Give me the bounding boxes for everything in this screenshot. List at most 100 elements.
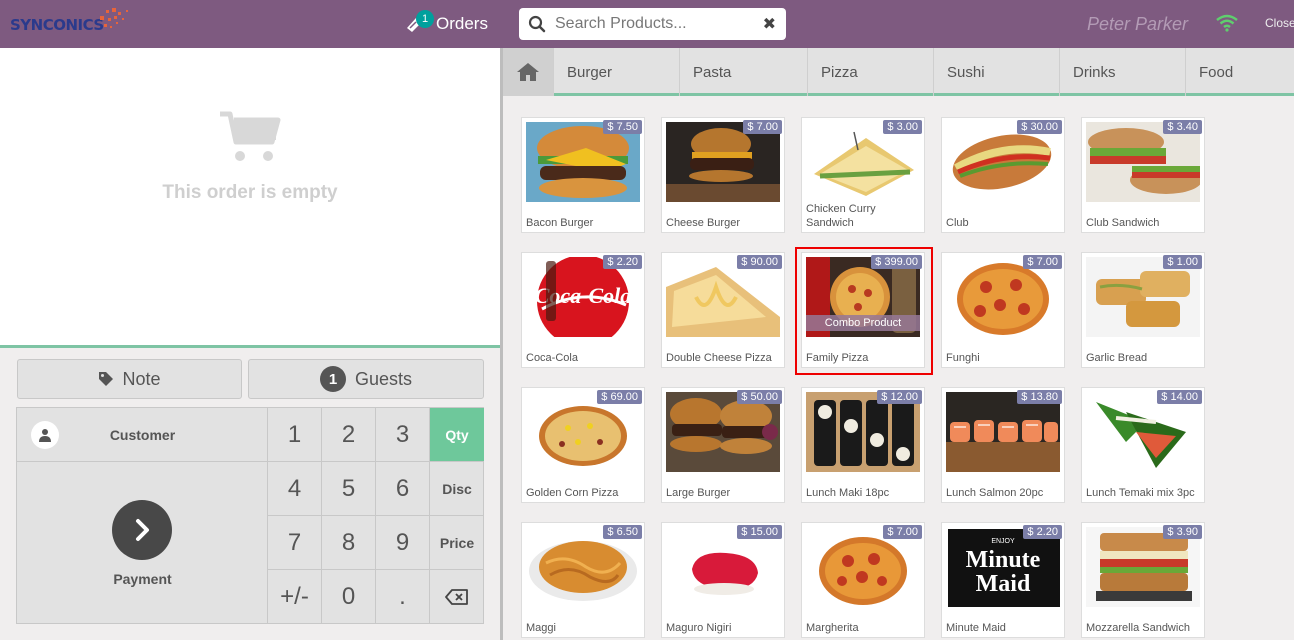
product-name: Club Sandwich [1086,217,1160,229]
search-input[interactable] [555,15,755,33]
minute-maid-logo: ENJOY Minute Maid [946,527,1060,607]
product-image [946,392,1060,472]
product-price: $ 69.00 [597,390,642,404]
backspace-button[interactable] [430,570,484,624]
product-card[interactable]: $ 7.00 Funghi [941,252,1065,368]
product-name: Mozzarella Sandwich [1086,622,1190,634]
product-price: $ 2.20 [1023,525,1062,539]
numpad-key-1[interactable]: 1 [268,408,322,462]
product-image: ENJOY Minute Maid [946,527,1060,607]
numpad-key-5[interactable]: 5 [322,462,376,516]
product-name: Golden Corn Pizza [526,487,619,499]
category-sushi[interactable]: Sushi [933,48,1059,96]
product-card[interactable]: ENJOY Minute Maid $ 2.20 Minute Maid [941,522,1065,638]
product-price: $ 3.00 [883,120,922,134]
product-name: Coca-Cola [526,352,578,364]
numpad-key-7[interactable]: 7 [268,516,322,570]
product-price: $ 1.00 [1163,255,1202,269]
category-food[interactable]: Food [1185,48,1294,96]
product-name: Lunch Temaki mix 3pc [1086,487,1195,499]
svg-text:Minute: Minute [966,547,1041,573]
product-image [806,392,920,472]
product-name: Large Burger [666,487,731,499]
product-card[interactable]: $ 6.50 Maggi [521,522,645,638]
product-name: Funghi [946,352,980,364]
numpad-key-0[interactable]: 0 [322,570,376,624]
product-card[interactable]: Coca-Cola $ 2.20 Coca-Cola [521,252,645,368]
empty-order-message: This order is empty [162,182,338,203]
product-card[interactable]: $ 7.00 Margherita [801,522,925,638]
product-price: $ 3.40 [1163,120,1202,134]
product-image [666,527,780,607]
product-card[interactable]: $ 7.00 Cheese Burger [661,117,785,233]
numpad-key-4[interactable]: 4 [268,462,322,516]
product-card[interactable]: $ 50.00 Large Burger [661,387,785,503]
clear-search-icon[interactable]: ✖ [763,14,776,34]
product-name: Double Cheese Pizza [666,352,772,364]
note-label: Note [122,368,161,389]
orders-button[interactable]: 1 Orders [404,10,488,38]
product-image [526,527,640,607]
close-button[interactable]: Close [1265,16,1294,30]
numpad-key-decimal[interactable]: . [376,570,430,624]
numpad-key-2[interactable]: 2 [322,408,376,462]
product-card[interactable]: $ 15.00 Maguro Nigiri [661,522,785,638]
product-price: $ 7.00 [743,120,782,134]
product-card[interactable]: $ 3.40 Club Sandwich [1081,117,1205,233]
payment-button[interactable]: Payment [17,462,268,624]
product-card[interactable]: $ 3.00 Chicken Curry Sandwich [801,117,925,233]
product-name: Minute Maid [946,622,1006,634]
chevron-right-icon [112,500,172,560]
note-button[interactable]: Note [17,359,242,399]
selection-highlight [795,247,933,375]
product-price: $ 12.00 [877,390,922,404]
category-burger[interactable]: Burger [553,48,679,96]
home-category-button[interactable] [503,48,553,96]
category-pizza[interactable]: Pizza [807,48,933,96]
product-image [526,122,640,202]
wifi-icon [1216,14,1238,32]
product-card[interactable]: $ 1.00 Garlic Bread [1081,252,1205,368]
numpad: Customer Payment 1 2 3 4 5 6 7 8 9 +/- 0… [16,407,484,624]
product-name: Chicken Curry Sandwich [806,203,876,229]
numpad-key-8[interactable]: 8 [322,516,376,570]
product-image [806,122,920,202]
numpad-key-3[interactable]: 3 [376,408,430,462]
product-name: Club [946,217,969,229]
category-drinks[interactable]: Drinks [1059,48,1185,96]
product-image [666,392,780,472]
product-price: $ 7.00 [1023,255,1062,269]
product-card[interactable]: $ 13.80 Lunch Salmon 20pc [941,387,1065,503]
product-image [526,392,640,472]
numpad-key-plus-minus[interactable]: +/- [268,570,322,624]
mode-disc-button[interactable]: Disc [430,462,484,516]
user-name[interactable]: Peter Parker [1087,14,1188,35]
product-image [1086,527,1200,607]
product-card[interactable]: $ 7.50 Bacon Burger [521,117,645,233]
brand-logo: SYNCONICS [10,8,140,38]
order-lines-area: This order is empty [0,48,500,348]
product-card[interactable]: $ 12.00 Lunch Maki 18pc [801,387,925,503]
svg-text:ENJOY: ENJOY [991,538,1015,545]
product-price: $ 3.90 [1163,525,1202,539]
product-name: Maggi [526,622,556,634]
tag-icon [98,371,114,387]
product-card[interactable]: $ 3.90 Mozzarella Sandwich [1081,522,1205,638]
customer-button[interactable]: Customer [17,408,268,462]
product-card[interactable]: $ 69.00 Golden Corn Pizza [521,387,645,503]
product-image: Coca-Cola [526,257,640,337]
product-card[interactable]: $ 30.00 Club [941,117,1065,233]
brand-logo-text: SYNCONICS [10,16,104,34]
numpad-key-9[interactable]: 9 [376,516,430,570]
product-price: $ 7.50 [603,120,642,134]
product-card[interactable]: $ 14.00 Lunch Temaki mix 3pc [1081,387,1205,503]
orders-label: Orders [436,14,488,33]
product-card[interactable]: $ 90.00 Double Cheese Pizza [661,252,785,368]
mode-qty-button[interactable]: Qty [430,408,484,462]
product-price: $ 7.00 [883,525,922,539]
mode-price-button[interactable]: Price [430,516,484,570]
category-pasta[interactable]: Pasta [679,48,805,96]
guests-button[interactable]: 1 Guests [248,359,484,399]
numpad-key-6[interactable]: 6 [376,462,430,516]
category-bar: Burger Pasta Pizza Sushi Drinks Food [503,48,1294,96]
